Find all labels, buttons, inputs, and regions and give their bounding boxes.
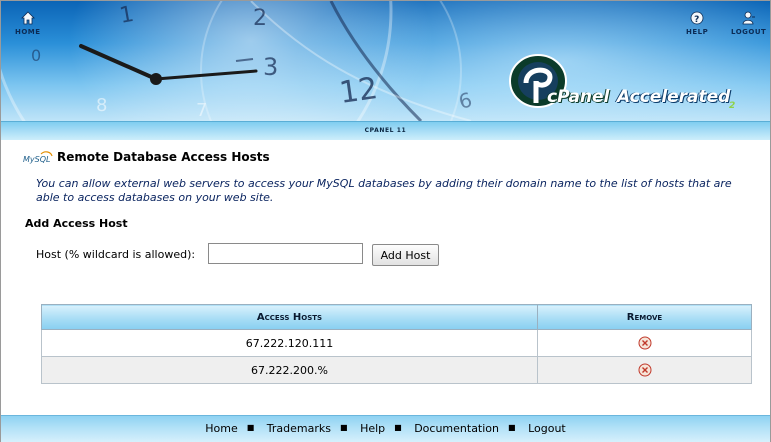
logo-word-cpanel: cPanel — [547, 87, 610, 107]
svg-text:8: 8 — [96, 95, 107, 116]
footer-link-logout[interactable]: Logout — [528, 422, 566, 435]
clock-numeral-12: 12 — [337, 71, 380, 111]
host-cell: 67.222.200.% — [41, 356, 538, 384]
footer-link-documentation[interactable]: Documentation — [414, 422, 499, 435]
table-row: 67.222.120.111 — [41, 329, 752, 357]
help-label: HELP — [686, 28, 709, 36]
access-hosts-table: Access Hosts Remove 67.222.120.111 67.22… — [41, 304, 752, 384]
host-input[interactable] — [208, 243, 363, 264]
svg-text:7: 7 — [196, 100, 207, 121]
host-field-label: Host (% wildcard is allowed): — [36, 248, 196, 261]
table-header-row: Access Hosts Remove — [41, 304, 752, 330]
logout-link[interactable]: LOGOUT — [731, 11, 766, 36]
footer-links: Home ■ Trademarks ■ Help ■ Documentation ■ L… — [1, 422, 770, 435]
mysql-logo-icon: MySQL — [23, 151, 53, 164]
page-description: You can allow external web servers to ac… — [36, 177, 732, 204]
svg-text:?: ? — [694, 15, 700, 25]
footer-separator: ■ — [508, 423, 516, 432]
remove-icon[interactable] — [638, 336, 652, 350]
access-hosts-column-header: Access Hosts — [41, 304, 538, 330]
home-label: HOME — [15, 28, 41, 36]
host-cell: 67.222.120.111 — [41, 329, 538, 357]
remove-column-header: Remove — [537, 304, 752, 330]
home-icon — [20, 11, 35, 25]
header-banner: 1 0 8 7 6 2 12 3 HOME ? HELP LOGOUT cPan… — [1, 1, 770, 121]
svg-text:1: 1 — [118, 2, 136, 29]
cpanel-window: 1 0 8 7 6 2 12 3 HOME ? HELP LOGOUT cPan… — [0, 0, 771, 442]
footer-link-trademarks[interactable]: Trademarks — [267, 422, 331, 435]
clock-numeral-3: 3 — [263, 53, 278, 81]
add-host-button[interactable]: Add Host — [372, 244, 439, 266]
logout-label: LOGOUT — [731, 28, 767, 36]
logo-version: 2 — [729, 101, 736, 111]
table-row: 67.222.200.% — [41, 356, 752, 384]
remove-icon[interactable] — [638, 363, 652, 377]
home-link[interactable]: HOME — [15, 11, 41, 36]
logout-icon — [742, 11, 755, 25]
help-link[interactable]: ? HELP — [686, 11, 708, 36]
footer-separator: ■ — [394, 423, 402, 432]
svg-text:6: 6 — [456, 87, 475, 113]
page-title: Remote Database Access Hosts — [57, 150, 270, 164]
mysql-logo-text: MySQL — [23, 155, 50, 164]
version-bar: CPANEL 11 — [1, 121, 770, 140]
page-heading: MySQL Remote Database Access Hosts — [23, 150, 270, 164]
footer-link-help[interactable]: Help — [360, 422, 385, 435]
remove-cell — [537, 329, 752, 357]
svg-text:0: 0 — [31, 46, 41, 65]
remove-cell — [537, 356, 752, 384]
clock-numeral-2: 2 — [253, 6, 267, 31]
footer-separator: ■ — [246, 423, 255, 432]
footer-link-home[interactable]: Home — [205, 422, 237, 435]
footer-separator: ■ — [340, 423, 348, 432]
help-icon: ? — [690, 11, 704, 25]
logo-word-accelerated: Accelerated — [617, 87, 731, 107]
add-host-section-title: Add Access Host — [25, 217, 128, 230]
